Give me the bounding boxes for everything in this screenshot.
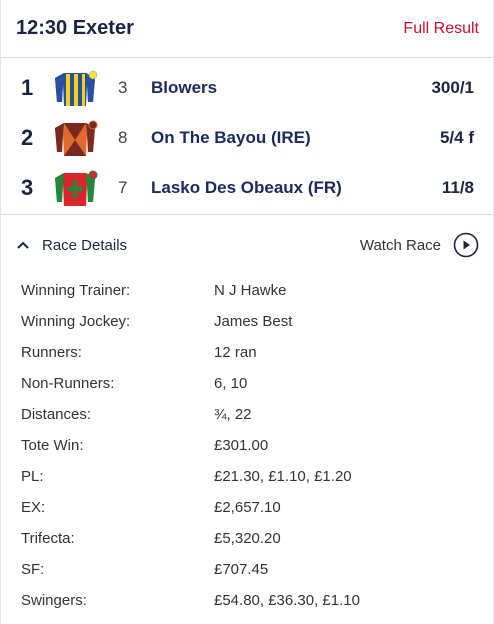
detail-label: Winning Jockey:: [21, 313, 131, 330]
placed-runners-list: 1 3 Blowers 300/1 2 8 On The Bayou (IRE)…: [1, 58, 493, 215]
saddle-cloth-number: 8: [118, 128, 128, 147]
runner-row: 3 7 Lasko Des Obeaux (FR) 11/8: [1, 163, 493, 213]
detail-label: Distances:: [21, 406, 92, 423]
watch-race-button[interactable]: Watch Race: [360, 232, 479, 258]
runner-row: 1 3 Blowers 300/1: [1, 63, 493, 113]
detail-label: Trifecta:: [21, 530, 75, 547]
detail-value: 12 ran: [214, 344, 257, 361]
detail-row: SF: £707.45: [21, 554, 493, 585]
detail-label: PL:: [21, 468, 44, 485]
race-details-toggle[interactable]: Race Details: [16, 237, 127, 254]
red-green-cross-silk-icon: [51, 170, 99, 208]
runner-row: 2 8 On The Bayou (IRE) 5/4 f: [1, 113, 493, 163]
detail-value: £301.00: [214, 437, 269, 454]
race-title: 12:30 Exeter: [16, 17, 134, 39]
detail-row: Non-Runners: 6, 10: [21, 368, 493, 399]
detail-value: James Best: [214, 313, 293, 330]
yellow-blue-stripes-silk-icon: [51, 70, 99, 108]
chevron-up-icon: [17, 241, 29, 249]
finish-position: 2: [21, 125, 34, 150]
finish-position: 1: [21, 75, 34, 100]
detail-label: Runners:: [21, 344, 82, 361]
finish-position: 3: [21, 175, 34, 200]
detail-label: Tote Win:: [21, 437, 84, 454]
race-header: 12:30 Exeter Full Result: [1, 0, 493, 58]
detail-label: EX:: [21, 499, 46, 516]
detail-label: SF:: [21, 561, 45, 578]
detail-label: Swingers:: [21, 592, 87, 609]
horse-name-link[interactable]: On The Bayou (IRE): [151, 128, 311, 148]
detail-value: N J Hawke: [214, 282, 287, 299]
starting-price: 300/1: [431, 78, 474, 97]
saddle-cloth-number: 3: [118, 78, 128, 97]
detail-label: Non-Runners:: [21, 375, 115, 392]
detail-value: £707.45: [214, 561, 269, 578]
detail-value: £54.80, £36.30, £1.10: [214, 592, 360, 609]
detail-row: Distances: ¾, 22: [21, 399, 493, 430]
detail-row: Trifecta: £5,320.20: [21, 523, 493, 554]
horse-name-link[interactable]: Blowers: [151, 78, 217, 98]
detail-value: ¾, 22: [214, 406, 252, 423]
detail-value: £2,657.10: [214, 499, 281, 516]
race-details-list: Winning Trainer: N J Hawke Winning Jockey…: [1, 275, 493, 616]
watch-race-label: Watch Race: [359, 236, 441, 254]
detail-row: Swingers: £54.80, £36.30, £1.10: [21, 585, 493, 616]
detail-row: EX: £2,657.10: [21, 492, 493, 523]
detail-row: Winning Trainer: N J Hawke: [21, 275, 493, 306]
detail-row: Tote Win: £301.00: [21, 430, 493, 461]
race-details-bar: Race Details Watch Race: [1, 215, 493, 275]
starting-price: 5/4 f: [439, 128, 474, 147]
detail-value: 6, 10: [214, 375, 248, 392]
detail-label: Winning Trainer:: [21, 282, 131, 299]
starting-price: 11/8: [441, 178, 474, 197]
detail-row: Winning Jockey: James Best: [21, 306, 493, 337]
play-icon: [453, 232, 479, 258]
detail-value: £5,320.20: [214, 530, 281, 547]
race-details-label: Race Details: [42, 236, 128, 254]
detail-value: £21.30, £1.10, £1.20: [214, 468, 352, 485]
detail-row: PL: £21.30, £1.10, £1.20: [21, 461, 493, 492]
brown-orange-silk-icon: [51, 120, 99, 158]
horse-name-link[interactable]: Lasko Des Obeaux (FR): [151, 178, 342, 198]
race-result-card: 12:30 Exeter Full Result 1 3 Blowers 300…: [0, 0, 494, 624]
full-result-link[interactable]: Full Result: [403, 20, 479, 38]
saddle-cloth-number: 7: [118, 178, 128, 197]
detail-row: Runners: 12 ran: [21, 337, 493, 368]
